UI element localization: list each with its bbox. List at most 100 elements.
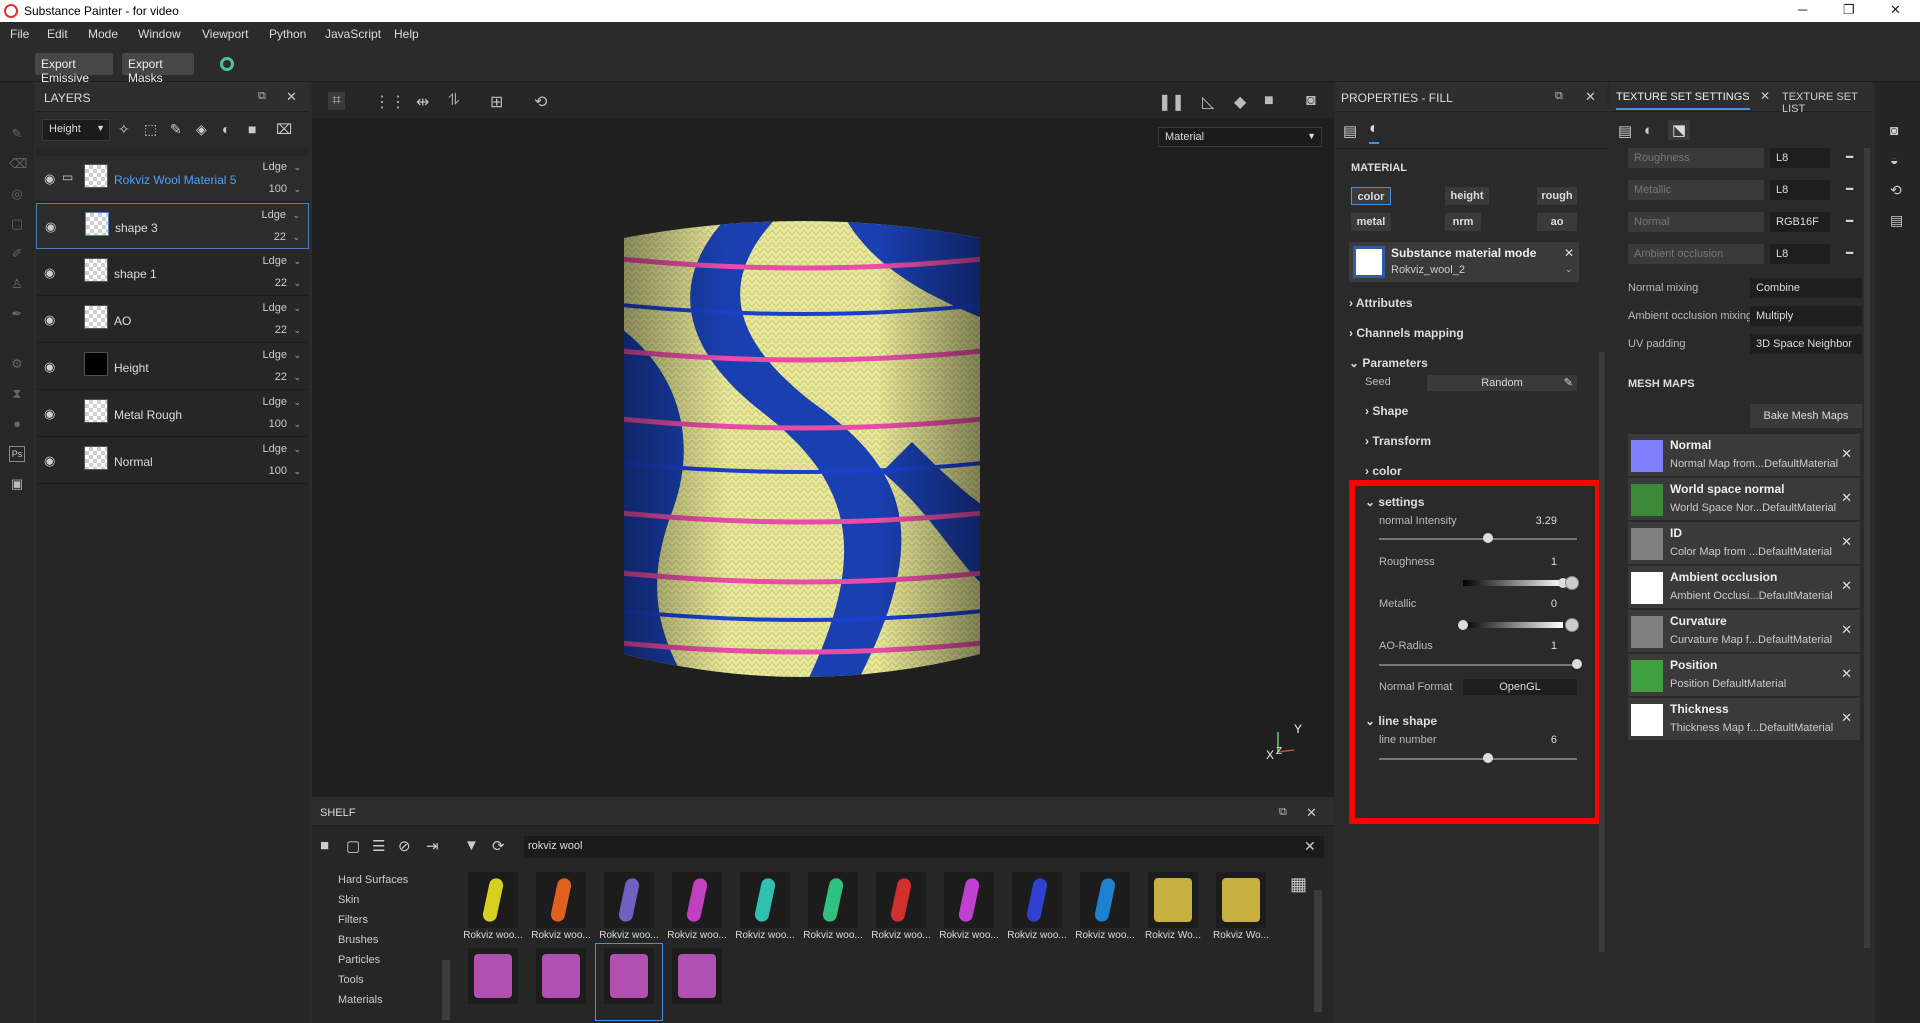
shelf-category[interactable]: Particles xyxy=(338,954,380,966)
mesh-map-item[interactable]: ID Color Map from ...DefaultMaterial ✕ xyxy=(1628,522,1860,564)
maximize-icon[interactable]: ❐ xyxy=(1843,2,1855,18)
menu-javascript[interactable]: JavaScript xyxy=(325,27,381,41)
chevron-down-icon[interactable]: ⌄ xyxy=(293,278,301,289)
normal-intensity-slider[interactable] xyxy=(1379,538,1577,540)
color-picker-icon[interactable] xyxy=(1565,618,1579,632)
log-icon[interactable]: ▤ xyxy=(1890,212,1903,229)
remove-mesh-map-icon[interactable]: ✕ xyxy=(1841,622,1852,638)
layer-row[interactable]: ◉ Normal Ldge ⌄ 100 ⌄ xyxy=(36,438,309,484)
export-icon[interactable]: ▣ xyxy=(9,476,25,492)
shelf-scrollbar[interactable] xyxy=(1314,890,1322,1012)
layer-opacity[interactable]: 22 xyxy=(275,324,287,336)
grid-view-icon[interactable]: ▦ xyxy=(1290,874,1307,895)
pause-icon[interactable]: ❚❚ xyxy=(1158,92,1185,112)
normal-mixing-select[interactable]: Combine xyxy=(1750,278,1862,298)
shelf-category[interactable]: Brushes xyxy=(338,934,378,946)
paint-brush-icon[interactable]: ✎ xyxy=(9,126,25,142)
roughness-slider[interactable] xyxy=(1463,580,1563,586)
sphere-icon[interactable]: ● xyxy=(9,416,25,432)
layer-row[interactable]: ◉ Metal Rough Ldge ⌄ 100 ⌄ xyxy=(36,391,309,437)
new-item-icon[interactable]: ▢ xyxy=(346,837,360,855)
float-icon[interactable]: ⧉ xyxy=(1555,90,1563,103)
shelf-item[interactable] xyxy=(664,944,730,1020)
shelf-item[interactable]: Rokviz woo... xyxy=(732,868,798,944)
channel-color-chip[interactable]: color xyxy=(1351,187,1391,205)
mesh-map-item[interactable]: Normal Normal Map from...DefaultMaterial ✕ xyxy=(1628,434,1860,476)
properties-scrollbar[interactable] xyxy=(1599,352,1605,952)
chevron-down-icon[interactable]: ⌄ xyxy=(293,184,301,195)
mesh-map-item[interactable]: Ambient occlusion Ambient Occlusi...Defau… xyxy=(1628,566,1860,608)
layer-row[interactable]: ◉ ▭ Rokviz Wool Material 5 Ldge ⌄ 100 ⌄ xyxy=(36,156,309,202)
plugin-icon[interactable] xyxy=(220,57,234,71)
history-icon[interactable]: ⟲ xyxy=(1890,182,1902,199)
layer-opacity[interactable]: 100 xyxy=(269,183,287,195)
camera-icon[interactable]: ■ xyxy=(1264,92,1274,110)
history-icon[interactable]: ⟲ xyxy=(534,92,547,112)
add-folder-icon[interactable]: ■ xyxy=(248,121,256,137)
chevron-down-icon[interactable]: ⌄ xyxy=(293,397,301,408)
chevron-down-icon[interactable]: ⌄ xyxy=(292,232,300,243)
close-panel-icon[interactable]: ✕ xyxy=(1306,805,1317,821)
layer-row[interactable]: ◉ AO Ldge ⌄ 22 ⌄ xyxy=(36,297,309,343)
clear-search-icon[interactable]: ✕ xyxy=(1304,838,1316,855)
channel-rough-chip[interactable]: rough xyxy=(1537,187,1577,205)
shelf-item[interactable] xyxy=(460,944,526,1020)
chevron-down-icon[interactable]: ⌄ xyxy=(293,256,301,267)
slider-handle[interactable] xyxy=(1572,659,1582,669)
chevron-down-icon[interactable]: ⌄ xyxy=(292,210,300,221)
add-icon[interactable]: ⊞ xyxy=(490,92,503,112)
color-picker-icon[interactable] xyxy=(1565,576,1579,590)
layer-opacity[interactable]: 100 xyxy=(269,465,287,477)
shelf-category[interactable]: Filters xyxy=(338,914,368,926)
remove-mesh-map-icon[interactable]: ✕ xyxy=(1841,446,1852,462)
add-paint-layer-icon[interactable]: ✎ xyxy=(170,121,182,138)
close-panel-icon[interactable]: ✕ xyxy=(286,89,297,105)
bake-mesh-maps-button[interactable]: Bake Mesh Maps xyxy=(1750,404,1862,428)
category-scrollbar[interactable] xyxy=(442,960,450,1020)
remove-channel-icon[interactable]: ━ xyxy=(1846,214,1853,228)
menu-edit[interactable]: Edit xyxy=(47,27,68,41)
chevron-down-icon[interactable]: ⌄ xyxy=(293,419,301,430)
remove-mesh-map-icon[interactable]: ✕ xyxy=(1841,666,1852,682)
attributes-section[interactable]: › Attributes xyxy=(1349,296,1413,310)
photoshop-icon[interactable]: Ps xyxy=(9,446,25,462)
chevron-down-icon[interactable]: ⌄ xyxy=(1565,264,1573,275)
uv-icon[interactable]: ⬔ xyxy=(1668,120,1691,140)
chevron-down-icon[interactable]: ⌄ xyxy=(293,466,301,477)
refresh-icon[interactable]: ⟳ xyxy=(492,837,505,855)
material-icon[interactable]: ◐ xyxy=(1644,122,1653,139)
float-icon[interactable]: ⧉ xyxy=(258,90,266,103)
list-icon[interactable]: ☰ xyxy=(372,837,385,855)
visibility-eye-icon[interactable]: ◉ xyxy=(44,171,60,186)
mesh-map-item[interactable]: Thickness Thickness Map f...DefaultMateri… xyxy=(1628,698,1860,740)
screenshot-icon[interactable]: ◙ xyxy=(1306,92,1316,110)
filter-icon[interactable]: ▼ xyxy=(464,837,479,854)
shelf-item[interactable]: Rokviz woo... xyxy=(528,868,594,944)
remove-mesh-map-icon[interactable]: ✕ xyxy=(1841,710,1852,726)
channel-select[interactable]: Height ▼ xyxy=(42,119,110,141)
display-settings-icon[interactable]: ◙ xyxy=(1890,122,1898,138)
remove-mesh-map-icon[interactable]: ✕ xyxy=(1841,490,1852,506)
menu-mode[interactable]: Mode xyxy=(88,27,118,41)
layer-opacity[interactable]: 22 xyxy=(275,371,287,383)
tab-texture-set-list[interactable]: TEXTURE SET LIST xyxy=(1782,91,1872,115)
hide-icon[interactable]: ⊘ xyxy=(398,837,411,855)
shape-group[interactable]: › Shape xyxy=(1365,404,1408,418)
delete-layer-icon[interactable]: ⌧ xyxy=(276,121,292,138)
mesh-map-item[interactable]: Curvature Curvature Map f...DefaultMateri… xyxy=(1628,610,1860,652)
menu-python[interactable]: Python xyxy=(269,27,306,41)
layer-row[interactable]: ◉ shape 1 Ldge ⌄ 22 ⌄ xyxy=(36,250,309,296)
menu-viewport[interactable]: Viewport xyxy=(202,27,248,41)
environment-icon[interactable]: ◒ xyxy=(1890,152,1898,168)
remove-channel-icon[interactable]: ━ xyxy=(1846,150,1853,164)
material-tab-icon[interactable]: ◐ xyxy=(1369,120,1379,144)
slider-handle[interactable] xyxy=(1482,533,1493,543)
mesh-map-item[interactable]: World space normal World Space Nor...Defa… xyxy=(1628,478,1860,520)
align-icon[interactable]: ⥮ xyxy=(448,92,460,110)
normal-intensity-value[interactable]: 3.29 xyxy=(1517,515,1557,527)
metallic-slider[interactable] xyxy=(1463,622,1563,628)
channel-format-select[interactable]: L8 xyxy=(1770,180,1830,200)
layer-opacity[interactable]: 22 xyxy=(275,277,287,289)
layer-blend-mode[interactable]: Ldge xyxy=(263,302,287,314)
chevron-down-icon[interactable]: ⌄ xyxy=(293,325,301,336)
